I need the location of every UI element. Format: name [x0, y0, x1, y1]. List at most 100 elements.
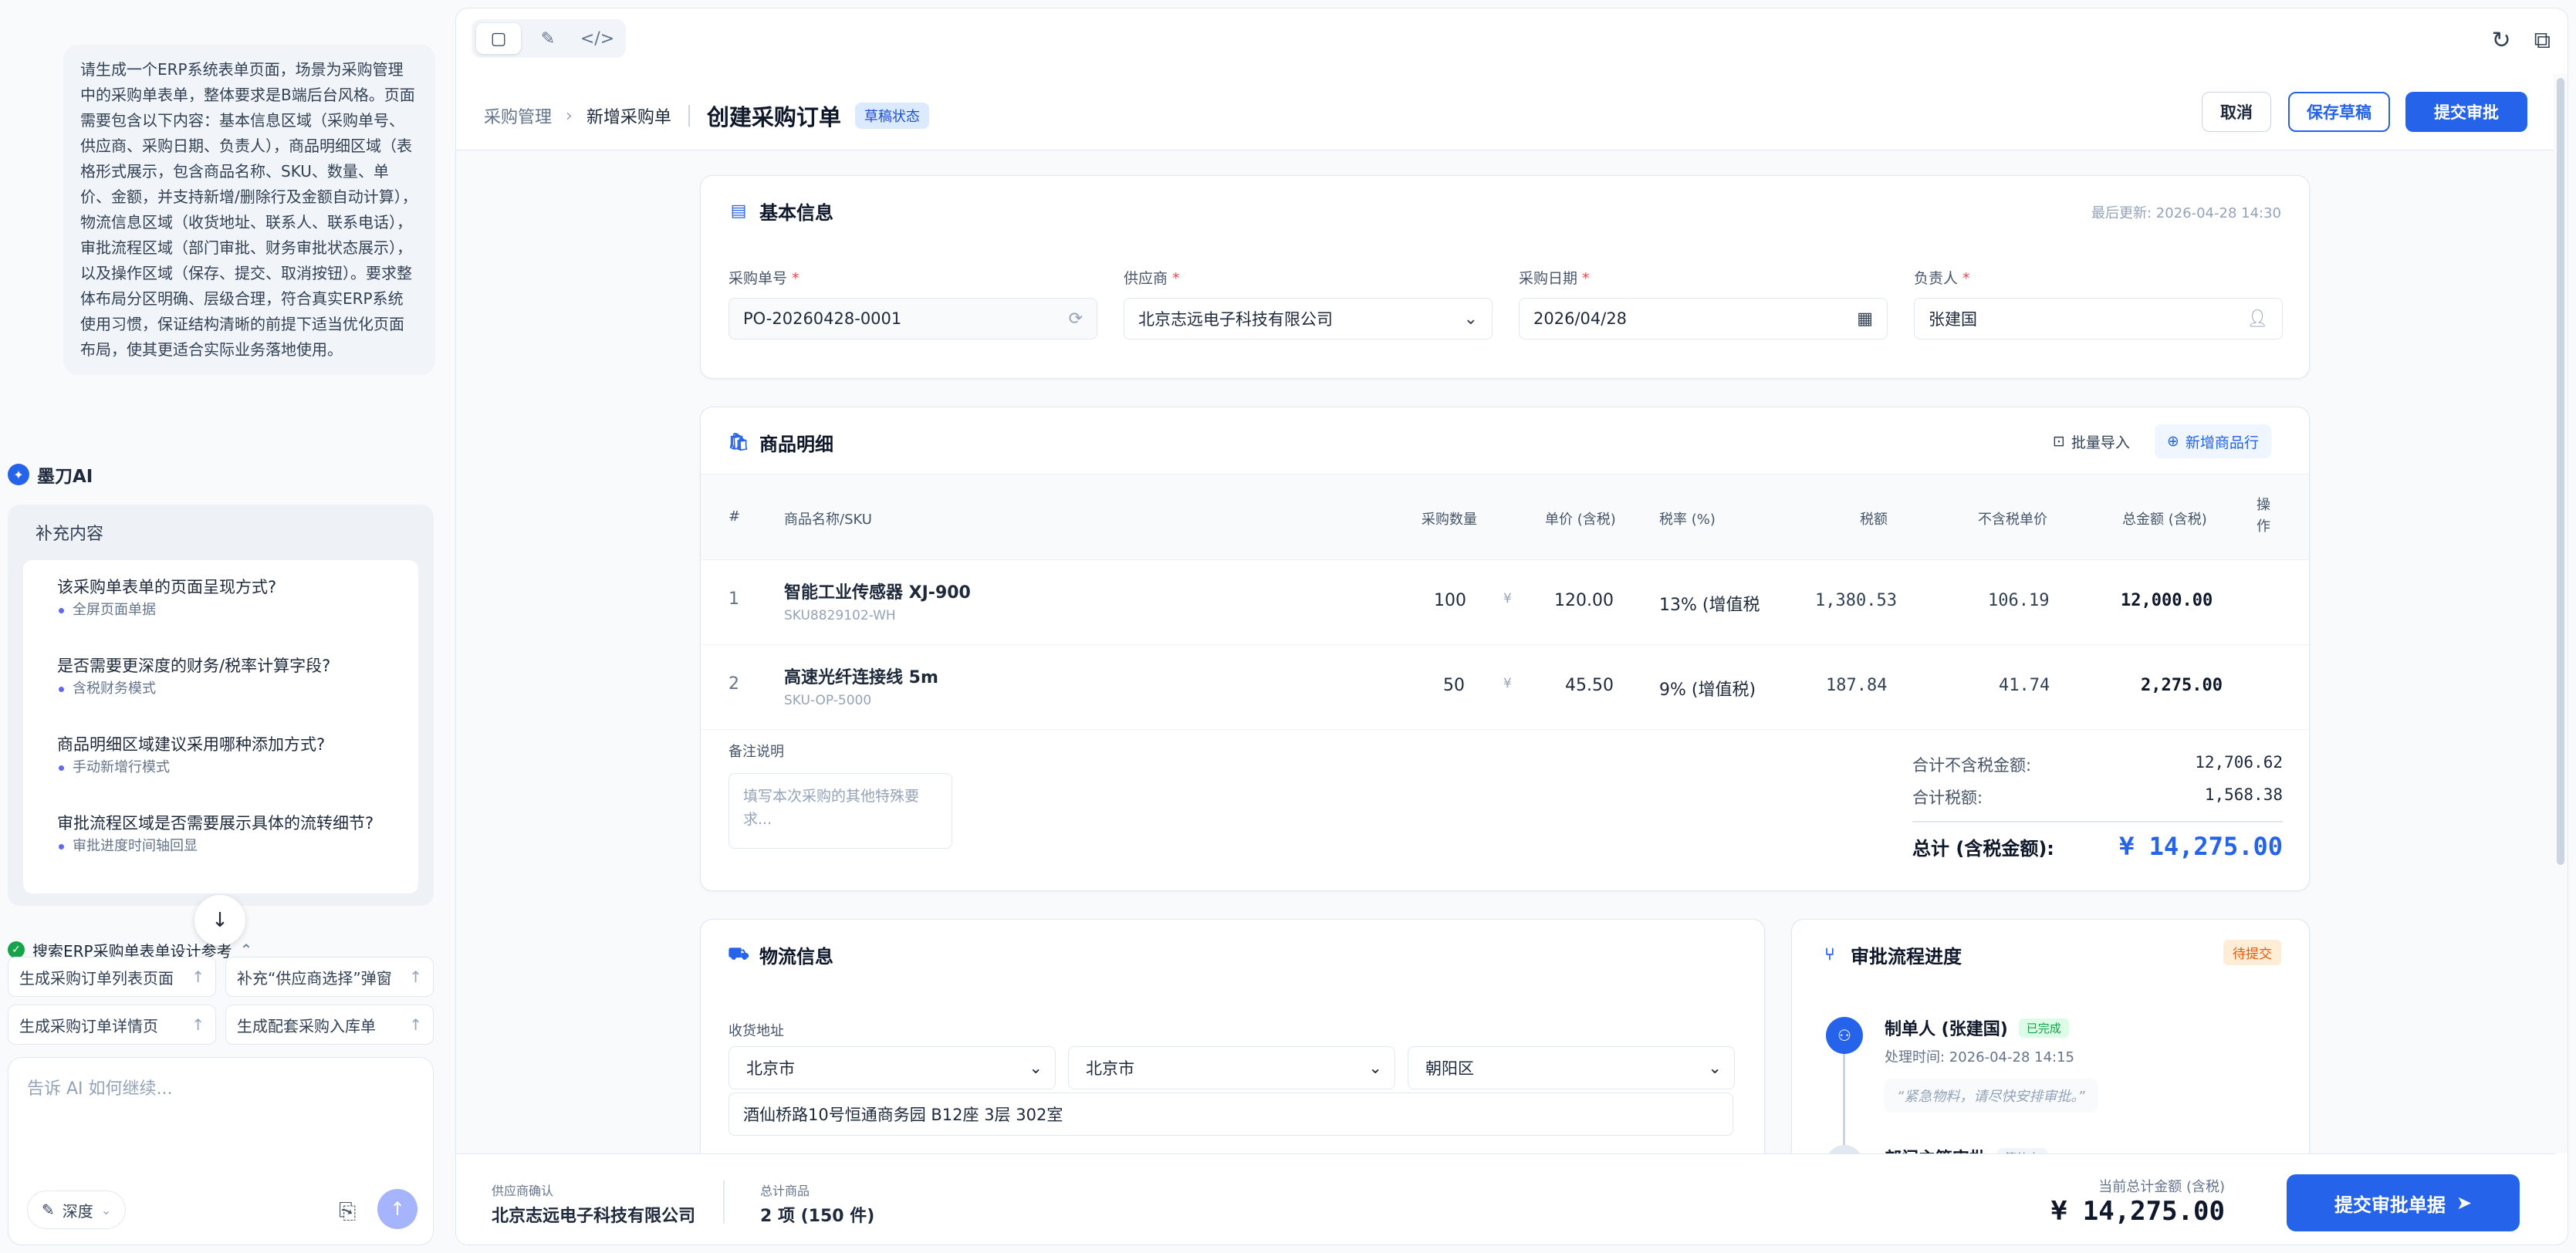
preview-window: ▢ ✎ </> ↻ ⧉ 采购管理 › 新增采购单 创建采购订单 草稿状态 取消 … [455, 8, 2568, 1245]
card-title-text: 基本信息 [759, 202, 833, 224]
city-select[interactable]: 北京市 ⌄ [1068, 1046, 1395, 1089]
edit-mode-button[interactable]: ✎ [526, 23, 570, 54]
suggestion-chip[interactable]: 生成配套采购入库单 ↑ [225, 1005, 434, 1045]
address-input[interactable]: 酒仙桥路10号恒通商务园 B12座 3层 302室 [729, 1093, 1733, 1136]
net-unit-price: 41.74 [1999, 676, 2050, 695]
province-value: 北京市 [746, 1059, 795, 1078]
brand-logo-icon: ✦ [8, 464, 29, 485]
card-title-text: 商品明细 [759, 434, 833, 455]
add-item-row-button[interactable]: ⊕ 新增商品行 [2155, 424, 2271, 458]
subtotal-tax-row: 合计税额: 1,568.38 [1912, 785, 2283, 809]
po-number-input[interactable]: PO-20260428-0001 ⟳ [729, 298, 1097, 339]
divider [723, 1180, 725, 1224]
unit-price-input[interactable]: 45.50 [1565, 676, 1614, 695]
question-item[interactable]: 是否需要更深度的财务/税率计算字段? 含税财务模式 [23, 643, 418, 722]
remark-textarea[interactable]: 填写本次采购的其他特殊要求... [729, 773, 952, 849]
address-label: 收货地址 [729, 1023, 784, 1039]
basic-info-card: ▤ 基本信息 最后更新: 2026-04-28 14:30 采购单号 * PO-2… [700, 175, 2310, 379]
question-item[interactable]: 审批流程区域是否需要展示具体的流转细节? 审批进度时间轴回显 [23, 801, 418, 880]
quantity-input[interactable]: 100 [1434, 591, 1466, 610]
chevron-down-icon: ⌄ [1368, 1059, 1382, 1077]
breadcrumb: 采购管理 › 新增采购单 创建采购订单 草稿状态 [484, 100, 929, 132]
product-name: 高速光纤连接线 5m [784, 668, 938, 687]
attachment-icon[interactable]: ⎘ [339, 1198, 356, 1224]
send-button[interactable]: ↑ [377, 1189, 418, 1229]
quantity-input[interactable]: 50 [1443, 676, 1465, 695]
page-scrollbar[interactable] [2554, 73, 2568, 1153]
breadcrumb-root[interactable]: 采购管理 [484, 103, 552, 128]
user-icon: 👤︎ [2246, 309, 2268, 329]
owner-input[interactable]: 张建国 👤︎ [1914, 298, 2283, 339]
tax-amount: 1,380.53 [1815, 591, 1897, 610]
page-content: ▤ 基本信息 最后更新: 2026-04-28 14:30 采购单号 * PO-2… [456, 150, 2555, 1212]
question-item[interactable]: 该采购单表单的页面呈现方式? 全屏页面单据 [23, 565, 418, 643]
preview-mode-toolbar: ▢ ✎ </> [472, 19, 626, 58]
district-value: 朝阳区 [1425, 1059, 1474, 1078]
grand-total-value: ¥ 14,275.00 [2119, 832, 2283, 861]
supplier-select[interactable]: 北京志远电子科技有限公司 ⌄ [1124, 298, 1493, 339]
po-number-field: 采购单号 * PO-20260428-0001 ⟳ [729, 267, 1097, 339]
footer-total-label: 当前总计金额 (含税) [2098, 1179, 2225, 1195]
suggestion-chip[interactable]: 生成采购订单列表页面 ↑ [8, 957, 216, 997]
question-text: 审批流程区域是否需要展示具体的流转细节? [57, 814, 374, 833]
calendar-icon[interactable]: ▦ [1857, 309, 1873, 329]
cart-icon: 🛍︎ [728, 433, 749, 452]
brain-icon: ✎ [42, 1201, 55, 1219]
open-external-icon[interactable]: ⧉ [2534, 27, 2551, 54]
save-draft-button[interactable]: 保存草稿 [2288, 92, 2390, 132]
items-card: 🛍︎ 商品明细 ⊡ 批量导入 ⊕ 新增商品行 # 商品名称/SKU 采购数量 单价 … [700, 407, 2310, 891]
batch-import-button[interactable]: ⊡ 批量导入 [2040, 424, 2142, 458]
column-header: 单价 (含税) [1545, 512, 1616, 528]
currency-symbol: ¥ [1503, 676, 1512, 691]
truck-icon: ⛟ [728, 944, 749, 964]
tax-rate-select[interactable]: 9% (增值税) [1659, 676, 1756, 701]
column-header: 操作 [2257, 497, 2270, 535]
tax-rate-select[interactable]: 13% (增值税 [1659, 591, 1760, 616]
footer-total-value: ¥ 14,275.00 [2050, 1196, 2225, 1227]
field-label-text: 供应商 [1124, 270, 1168, 287]
unit-price-input[interactable]: 120.00 [1554, 591, 1614, 610]
depth-selector[interactable]: ✎ 深度 ⌄ [27, 1191, 127, 1229]
question-answer: 手动新增行模式 [57, 756, 394, 779]
cancel-button[interactable]: 取消 [2202, 92, 2271, 132]
chat-composer[interactable]: 告诉 AI 如何继续... ✎ 深度 ⌄ ⎘ ↑ [8, 1057, 434, 1245]
brand: ✦ 墨刀AI [8, 461, 93, 488]
suggestion-text: 生成采购订单列表页面 [19, 968, 174, 988]
preview-mode-button[interactable]: ▢ [476, 23, 521, 54]
grand-total-label: 总计 (含税金额): [1912, 837, 2054, 860]
code-mode-button[interactable]: </> [575, 23, 620, 54]
composer-placeholder[interactable]: 告诉 AI 如何继续... [27, 1075, 173, 1099]
suggestion-chip[interactable]: 补充“供应商选择”弹窗 ↑ [225, 957, 434, 997]
scrollbar-thumb[interactable] [2557, 78, 2564, 865]
breadcrumb-current: 新增采购单 [586, 108, 671, 127]
province-select[interactable]: 北京市 ⌄ [729, 1046, 1056, 1089]
grand-total-row: 总计 (含税金额): ¥ 14,275.00 [1912, 832, 2283, 861]
purchase-date-input[interactable]: 2026/04/28 ▦ [1519, 298, 1888, 339]
chevron-right-icon: › [566, 106, 573, 126]
product-sku: SKU8829102-WH [784, 608, 896, 623]
question-text: 该采购单表单的页面呈现方式? [57, 578, 277, 596]
subtotal-tax-label: 合计税额: [1912, 789, 1983, 807]
regenerate-icon[interactable]: ⟳ [1069, 309, 1083, 329]
page-title: 创建采购订单 [706, 104, 841, 130]
submit-form-button[interactable]: 提交审批单据 ➤ [2287, 1174, 2520, 1231]
refresh-icon[interactable]: ↻ [2491, 27, 2510, 54]
code-icon: </> [580, 29, 615, 49]
logistics-title: ⛟ 物流信息 [728, 941, 833, 968]
import-icon: ⊡ [2053, 433, 2065, 450]
field-label-text: 负责人 [1914, 270, 1959, 287]
district-select[interactable]: 朝阳区 ⌄ [1408, 1046, 1735, 1089]
submit-approval-button[interactable]: 提交审批 [2405, 92, 2527, 132]
field-label: 采购单号 * [729, 267, 1097, 289]
column-header: 总金额 (含税) [2122, 512, 2207, 528]
subtotal-tax-value: 1,568.38 [2204, 785, 2283, 804]
required-mark: * [1582, 270, 1590, 287]
address-value: 酒仙桥路10号恒通商务园 B12座 3层 302室 [743, 1106, 1063, 1124]
suggestion-chip[interactable]: 生成采购订单详情页 ↑ [8, 1005, 216, 1045]
row-index: 1 [729, 589, 739, 609]
card-title-text: 物流信息 [759, 946, 833, 968]
purchase-date-value: 2026/04/28 [1533, 309, 1628, 328]
field-label: 供应商 * [1124, 267, 1493, 289]
basic-info-title: ▤ 基本信息 [729, 198, 833, 225]
question-item[interactable]: 商品明细区域建议采用哪种添加方式? 手动新增行模式 [23, 722, 418, 801]
